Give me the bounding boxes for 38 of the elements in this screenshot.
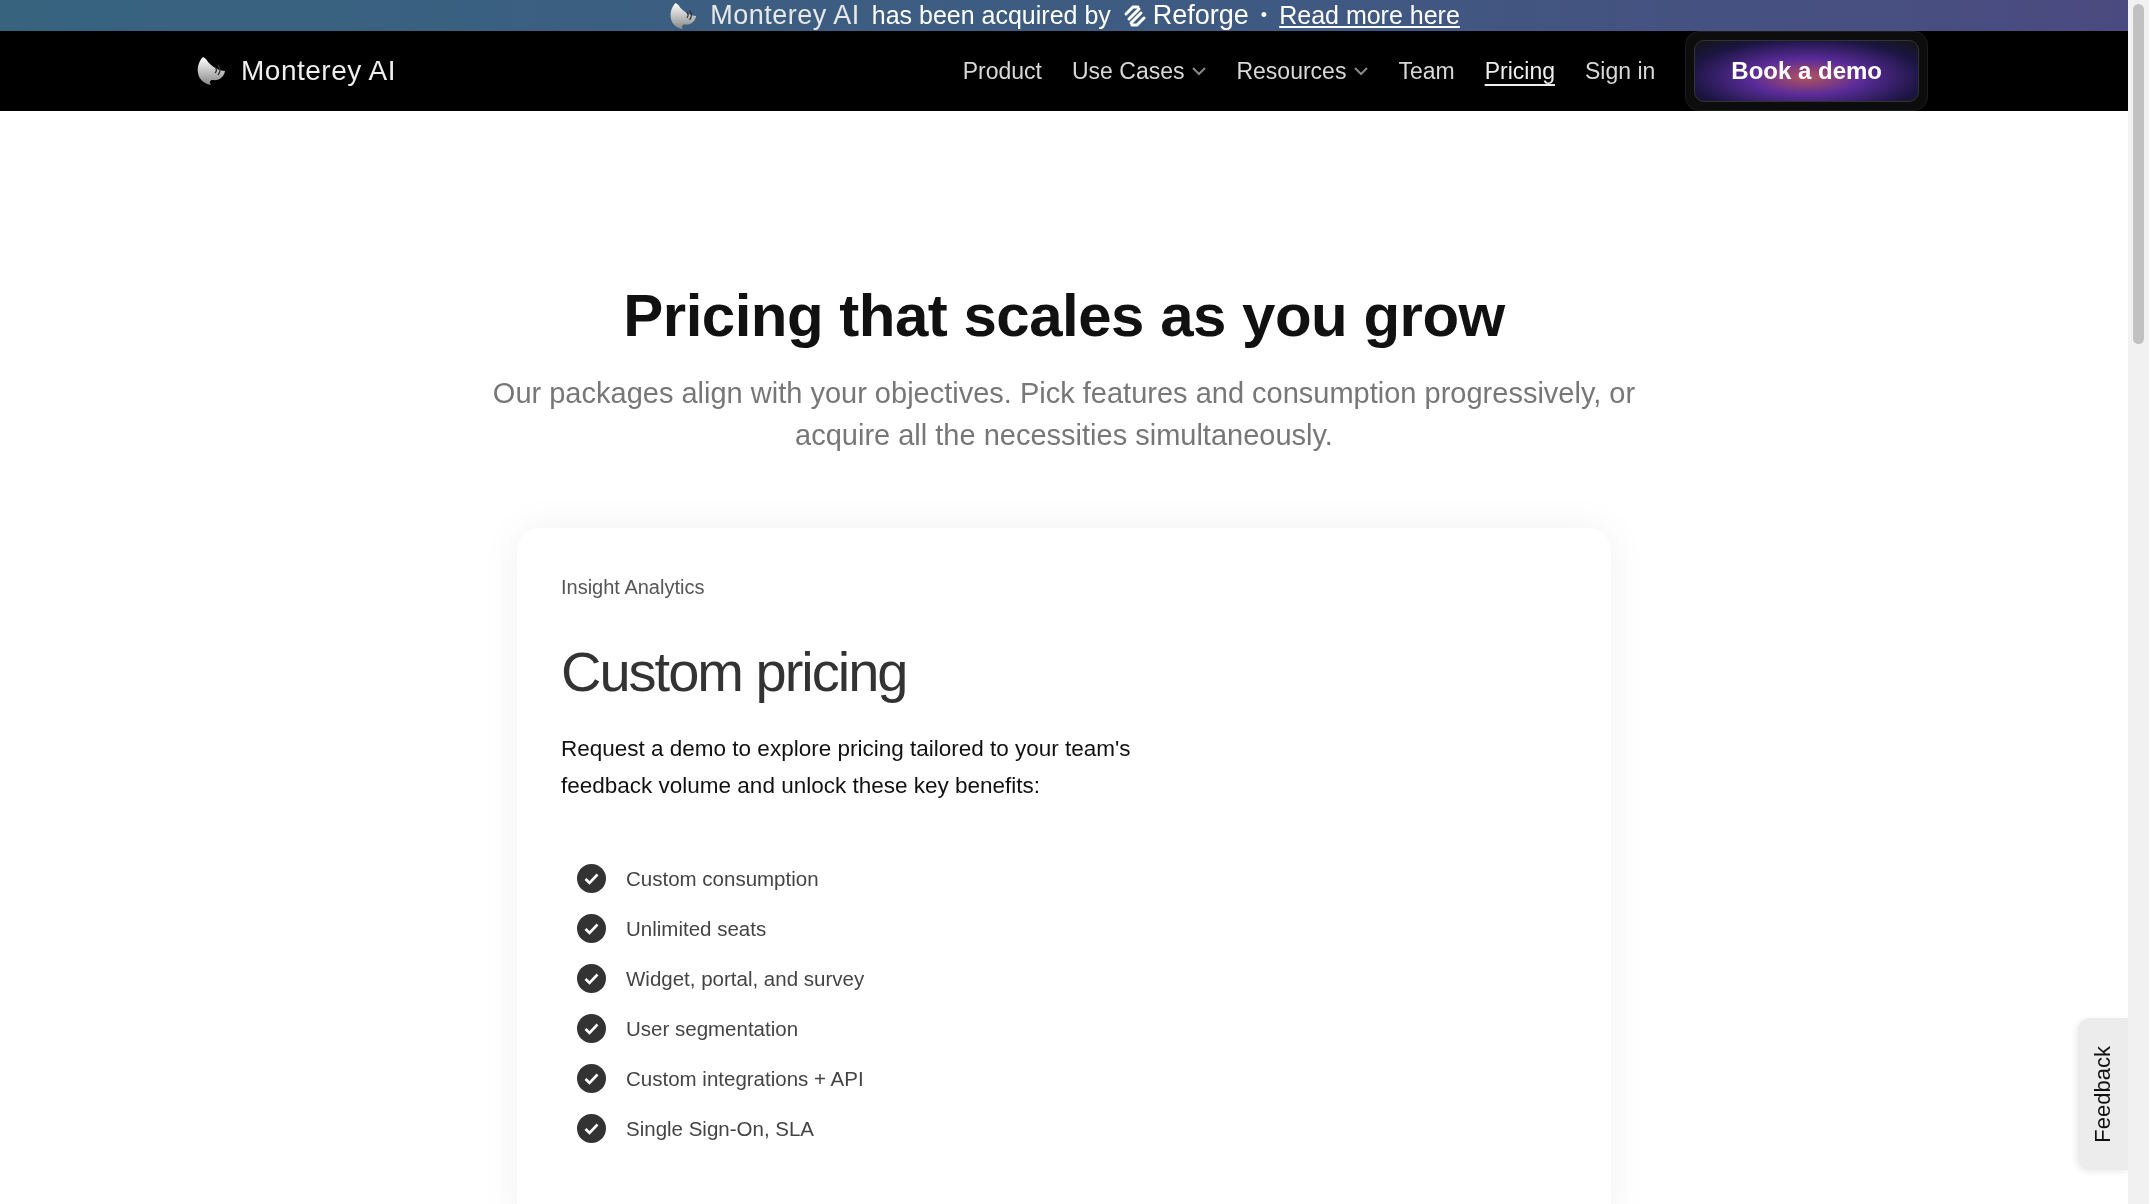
- check-circle-icon: [577, 964, 606, 993]
- feature-text: Single Sign-On, SLA: [626, 1116, 815, 1141]
- read-more-link[interactable]: Read more here: [1279, 1, 1460, 30]
- nav-link[interactable]: Team: [1398, 57, 1455, 85]
- logo-icon: [195, 55, 227, 87]
- feature-text: Custom consumption: [626, 866, 819, 891]
- check-circle-icon: [577, 864, 606, 893]
- feature-text: User segmentation: [626, 1016, 799, 1041]
- page-title: Pricing that scales as you grow: [623, 281, 1505, 350]
- brand-logo-icon: [668, 0, 699, 31]
- nav-link[interactable]: Use Cases: [1072, 57, 1207, 85]
- chevron-down-icon: [1192, 66, 1207, 76]
- check-circle-icon: [577, 1064, 606, 1093]
- nav-link[interactable]: Product: [962, 57, 1042, 85]
- feature-text: Unlimited seats: [626, 916, 767, 941]
- chevron-down-icon: [1354, 66, 1369, 76]
- feature-text: Widget, portal, and survey: [626, 966, 865, 991]
- plan-price: Custom pricing: [561, 639, 908, 704]
- nav-link[interactable]: Resources: [1236, 57, 1369, 85]
- check-circle-icon: [577, 1014, 606, 1043]
- nav-link[interactable]: Sign in: [1584, 57, 1656, 85]
- check-circle-icon: [577, 914, 606, 943]
- separator: •: [1260, 5, 1268, 26]
- nav-link[interactable]: Pricing: [1484, 57, 1555, 85]
- announcement-text: has been acquired by: [871, 1, 1111, 30]
- page-subtitle: Our packages align with your objectives. Pick features and consumption progressively, or acquire all the necessities simultaneously.: [491, 376, 1637, 453]
- reforge-logo-icon: [1122, 4, 1147, 27]
- plan-description: Request a demo to explore pricing tailored to your team's feedback volume and unlock these key benefits:: [561, 735, 1132, 800]
- partner-name: Reforge: [1152, 0, 1249, 31]
- check-circle-icon: [577, 1114, 606, 1143]
- plan-name: Insight Analytics: [561, 576, 706, 599]
- feature-text: Custom integrations + API: [626, 1066, 864, 1091]
- scrollbar-thumb[interactable]: [2133, 4, 2144, 344]
- brand-name: Monterey AI: [710, 0, 860, 31]
- feedback-tab[interactable]: Feedback: [2078, 1018, 2128, 1170]
- scrollbar[interactable]: [2128, 0, 2149, 1204]
- book-demo-button[interactable]: Book a demo: [1694, 40, 1919, 102]
- brand-name[interactable]: Monterey AI: [241, 55, 396, 87]
